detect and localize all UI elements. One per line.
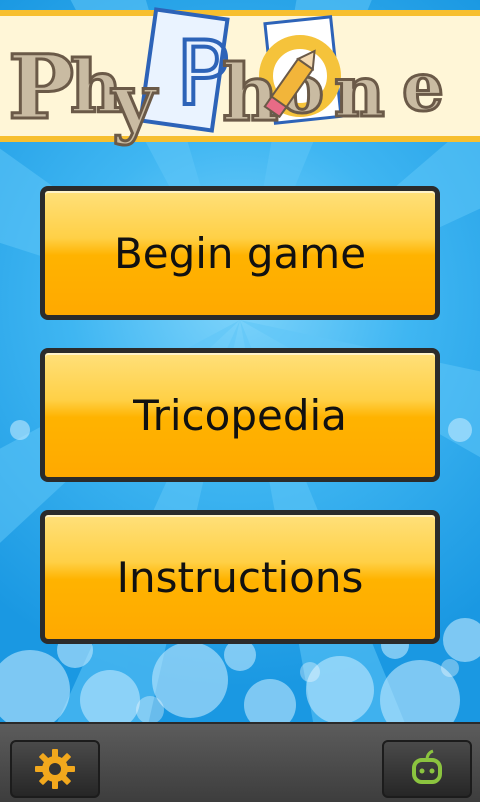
logo-letter: h [222,48,279,139]
instructions-label: Instructions [116,552,364,602]
begin-game-label: Begin game [113,228,367,278]
bottom-toolbar [0,722,480,802]
tricopedia-label: Tricopedia [133,390,347,440]
settings-button[interactable] [10,740,100,798]
android-button[interactable] [382,740,472,798]
logo-letter: n [334,50,385,133]
gear-icon [35,749,75,789]
logo-letter: y [111,57,158,146]
android-icon [412,749,442,784]
begin-game-button[interactable]: Begin game [40,186,440,320]
logo-letter: P [8,35,74,139]
tricopedia-button[interactable]: Tricopedia [40,348,440,482]
logo-letter: e [402,48,444,126]
app-logo: P h y P h o n e [7,7,446,148]
instructions-button[interactable]: Instructions [40,510,440,644]
